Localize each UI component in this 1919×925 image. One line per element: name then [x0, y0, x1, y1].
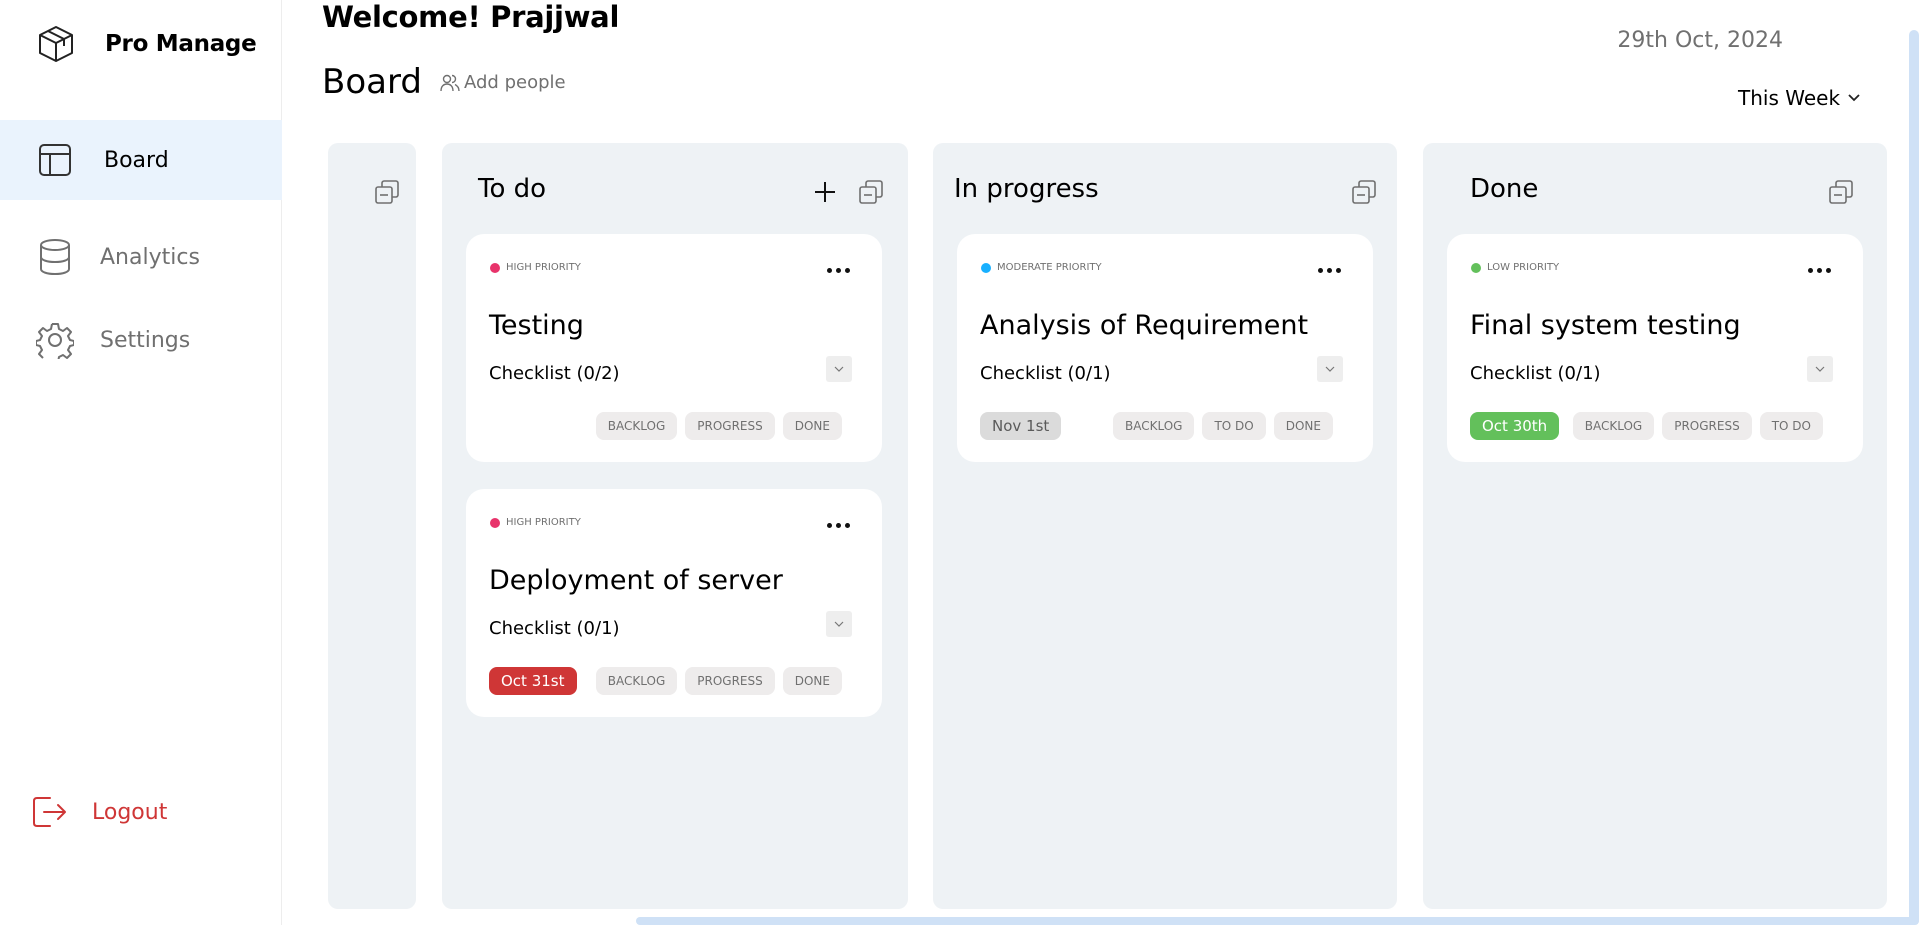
priority-text: HIGH PRIORITY — [506, 262, 581, 273]
chevron-down-icon — [1848, 94, 1860, 102]
card-title: Deployment of server — [489, 565, 783, 596]
card-menu-button[interactable] — [1808, 268, 1831, 273]
app-name: Pro Manage — [105, 31, 257, 57]
card-title: Testing — [489, 310, 584, 341]
priority-dot — [1471, 262, 1481, 273]
gear-icon — [36, 321, 74, 359]
checklist-label: Checklist (0/2) — [489, 363, 620, 384]
card-footer: BACKLOG PROGRESS DONE — [489, 412, 858, 440]
checklist-label: Checklist (0/1) — [980, 363, 1111, 384]
add-people-button[interactable]: Add people — [440, 72, 566, 93]
move-chip[interactable]: TO DO — [1759, 412, 1823, 440]
checklist-toggle[interactable] — [1317, 356, 1343, 382]
card-footer: Nov 1st BACKLOG TO DO DONE — [980, 412, 1349, 440]
sidebar-item-analytics[interactable]: Analytics — [0, 217, 282, 297]
chevron-down-icon — [1815, 366, 1825, 372]
add-task-icon[interactable] — [812, 179, 838, 205]
logout-icon — [33, 797, 66, 827]
move-chip[interactable]: BACKLOG — [595, 667, 678, 695]
checklist-toggle[interactable] — [826, 611, 852, 637]
due-date-badge: Oct 31st — [489, 667, 577, 695]
card-menu-button[interactable] — [827, 523, 850, 528]
priority-dot — [490, 517, 500, 528]
chevron-down-icon — [834, 366, 844, 372]
card-title: Analysis of Requirement — [980, 310, 1309, 341]
task-card[interactable]: LOW PRIORITY Final system testing Checkl… — [1447, 234, 1863, 462]
move-chip[interactable]: BACKLOG — [1112, 412, 1195, 440]
checklist-label: Checklist (0/1) — [1470, 363, 1601, 384]
priority-text: MODERATE PRIORITY — [997, 262, 1102, 273]
due-date-badge: Nov 1st — [980, 412, 1062, 440]
app-logo: Pro Manage — [36, 24, 257, 64]
week-filter-value: This Week — [1738, 86, 1841, 110]
move-chip[interactable]: DONE — [782, 667, 842, 695]
status-chips: BACKLOG TO DO DONE — [1112, 412, 1333, 440]
logout-label: Logout — [92, 799, 168, 825]
cube-icon — [39, 26, 73, 62]
column-title: To do — [478, 174, 547, 204]
priority-label: MODERATE PRIORITY — [981, 262, 1102, 273]
sidebar-item-label: Board — [104, 147, 169, 173]
column-title: Done — [1470, 174, 1539, 204]
week-filter-select[interactable]: This Week — [1738, 86, 1860, 110]
sidebar-item-label: Analytics — [100, 244, 200, 270]
priority-text: LOW PRIORITY — [1487, 262, 1560, 273]
column-todo: To do HIGH PRIORITY Testing Checklist (0… — [442, 143, 908, 909]
priority-text: HIGH PRIORITY — [506, 517, 581, 528]
collapse-all-icon[interactable] — [374, 179, 400, 205]
people-icon — [440, 74, 460, 91]
priority-dot — [981, 262, 991, 273]
card-footer: Oct 30th BACKLOG PROGRESS TO DO — [1470, 412, 1839, 440]
move-chip[interactable]: BACKLOG — [1572, 412, 1655, 440]
checklist-toggle[interactable] — [826, 356, 852, 382]
move-chip[interactable]: DONE — [782, 412, 842, 440]
page-title: Board — [322, 62, 422, 102]
chevron-down-icon — [1325, 366, 1335, 372]
priority-dot — [490, 262, 500, 273]
checklist-toggle[interactable] — [1807, 356, 1833, 382]
status-chips: BACKLOG PROGRESS TO DO — [1572, 412, 1823, 440]
status-chips: BACKLOG PROGRESS DONE — [595, 667, 842, 695]
move-chip[interactable]: PROGRESS — [685, 667, 775, 695]
priority-label: HIGH PRIORITY — [490, 262, 581, 273]
card-footer: Oct 31st BACKLOG PROGRESS DONE — [489, 667, 858, 695]
column-done: Done LOW PRIORITY Final system testing C… — [1423, 143, 1887, 909]
welcome-message: Welcome! Prajjwal — [322, 0, 620, 34]
horizontal-scrollbar[interactable] — [636, 917, 1919, 925]
current-date: 29th Oct, 2024 — [1617, 28, 1783, 53]
priority-label: HIGH PRIORITY — [490, 517, 581, 528]
task-card[interactable]: HIGH PRIORITY Deployment of server Check… — [466, 489, 882, 717]
task-card[interactable]: MODERATE PRIORITY Analysis of Requiremen… — [957, 234, 1373, 462]
sidebar: Pro Manage Board Analytics Settings Logo… — [0, 0, 282, 925]
move-chip[interactable]: PROGRESS — [685, 412, 775, 440]
sidebar-item-settings[interactable]: Settings — [0, 300, 282, 380]
add-people-label: Add people — [464, 72, 566, 93]
collapse-all-icon[interactable] — [1828, 179, 1854, 205]
vertical-scrollbar[interactable] — [1909, 30, 1919, 925]
card-menu-button[interactable] — [1318, 268, 1341, 273]
logout-button[interactable]: Logout — [30, 793, 167, 831]
priority-label: LOW PRIORITY — [1471, 262, 1559, 273]
move-chip[interactable]: PROGRESS — [1662, 412, 1752, 440]
card-title: Final system testing — [1470, 310, 1741, 341]
status-chips: BACKLOG PROGRESS DONE — [595, 412, 842, 440]
card-menu-button[interactable] — [827, 268, 850, 273]
collapse-all-icon[interactable] — [858, 179, 884, 205]
layout-icon — [36, 141, 74, 179]
move-chip[interactable]: TO DO — [1202, 412, 1266, 440]
database-icon — [36, 238, 74, 276]
column-in-progress: In progress MODERATE PRIORITY Analysis o… — [933, 143, 1397, 909]
move-chip[interactable]: DONE — [1273, 412, 1333, 440]
due-date-badge: Oct 30th — [1470, 412, 1560, 440]
column-title: In progress — [954, 174, 1099, 204]
sidebar-item-board[interactable]: Board — [0, 120, 282, 200]
task-card[interactable]: HIGH PRIORITY Testing Checklist (0/2) BA… — [466, 234, 882, 462]
move-chip[interactable]: BACKLOG — [595, 412, 678, 440]
collapse-all-icon[interactable] — [1351, 179, 1377, 205]
sidebar-item-label: Settings — [100, 327, 191, 353]
checklist-label: Checklist (0/1) — [489, 618, 620, 639]
chevron-down-icon — [834, 621, 844, 627]
column-backlog — [328, 143, 416, 909]
